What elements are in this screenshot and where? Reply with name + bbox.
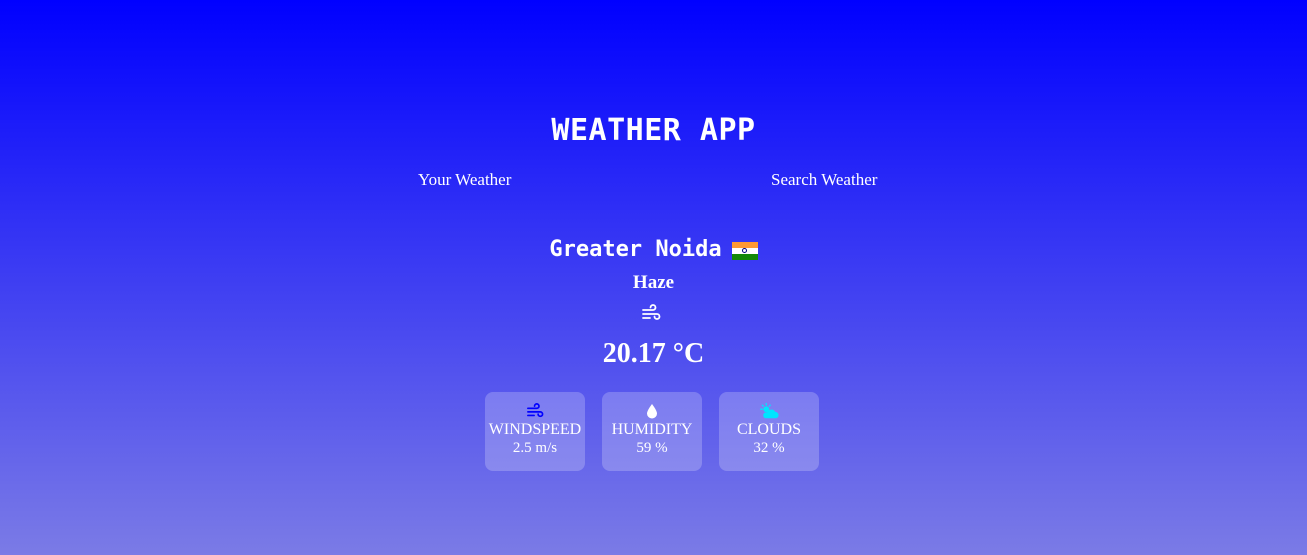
tab-search-weather[interactable]: Search Weather xyxy=(771,170,877,190)
windspeed-label: WINDSPEED xyxy=(488,421,582,438)
india-flag-icon xyxy=(731,241,758,261)
city-name: Greater Noida xyxy=(549,237,722,262)
haze-wind-icon xyxy=(642,304,661,320)
humidity-card: HUMIDITY 59 % xyxy=(602,392,702,471)
weather-description: Haze xyxy=(632,272,675,293)
temperature: 20.17 °C xyxy=(602,338,705,369)
clouds-value: 32 % xyxy=(753,440,785,456)
cloud-sun-icon xyxy=(759,402,779,420)
windspeed-card: WINDSPEED 2.5 m/s xyxy=(485,392,585,471)
location-row: Greater Noida xyxy=(0,237,1307,262)
humidity-label: HUMIDITY xyxy=(611,421,693,438)
stats-cards: WINDSPEED 2.5 m/s HUMIDITY 59 % CLOUDS 3… xyxy=(485,392,819,471)
humidity-value: 59 % xyxy=(636,440,668,456)
water-drop-icon xyxy=(642,402,662,420)
tab-your-weather[interactable]: Your Weather xyxy=(418,170,511,190)
clouds-card: CLOUDS 32 % xyxy=(719,392,819,471)
clouds-label: CLOUDS xyxy=(736,421,801,438)
wind-icon xyxy=(525,402,545,420)
app-title: WEATHER APP xyxy=(551,113,756,148)
windspeed-value: 2.5 m/s xyxy=(512,440,558,456)
